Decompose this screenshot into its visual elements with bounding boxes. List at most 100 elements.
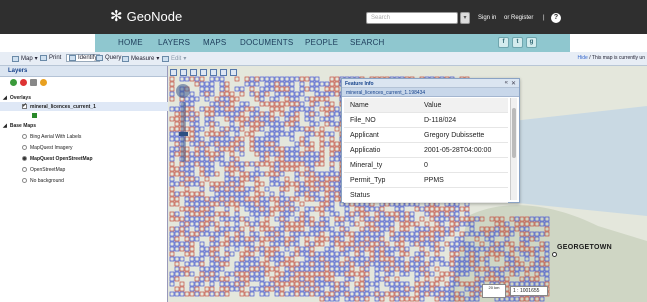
layer-properties-icon[interactable] xyxy=(30,79,37,86)
zoom-box-icon[interactable] xyxy=(180,69,187,76)
chevron-down-icon: ▾ xyxy=(34,56,38,62)
base-map-item[interactable]: MapQuest Imagery xyxy=(0,143,168,152)
attribute-name: Applicant xyxy=(350,131,379,139)
base-map-label: MapQuest Imagery xyxy=(30,144,73,151)
zoom-in-icon[interactable] xyxy=(190,69,197,76)
layer-visibility-checkbox[interactable] xyxy=(22,102,27,109)
overlays-group[interactable]: ◢ Overlays xyxy=(0,93,168,102)
nav-search[interactable]: SEARCH xyxy=(350,38,385,47)
collapse-icon[interactable]: « xyxy=(505,80,508,86)
base-maps-group[interactable]: ◢ Base Maps xyxy=(0,121,168,130)
facebook-icon[interactable]: f xyxy=(498,37,509,48)
logo-text: GeoNode xyxy=(126,9,183,24)
attribute-value: D-118/024 xyxy=(424,116,457,124)
measure-button[interactable]: Measure ▾ xyxy=(122,55,159,62)
table-row: Permit_Typ PPMS xyxy=(344,173,508,188)
nav-home[interactable]: HOME xyxy=(118,38,143,47)
base-map-item[interactable]: MapQuest OpenStreetMap xyxy=(0,154,168,163)
table-row: Applicatio 2001-05-28T04:00:00 xyxy=(344,143,508,158)
query-button[interactable]: Query xyxy=(96,55,121,61)
layer-legend-swatch xyxy=(32,113,37,118)
table-row: Status xyxy=(344,188,508,203)
base-map-radio[interactable] xyxy=(22,145,27,150)
attribute-value: 0 xyxy=(424,161,428,169)
attribute-name: Applicatio xyxy=(350,146,381,154)
printer-icon xyxy=(40,55,47,61)
base-map-item[interactable]: OpenStreetMap xyxy=(0,165,168,174)
layers-panel-title: Layers xyxy=(0,66,167,77)
print-label: Print xyxy=(49,55,62,61)
chevron-down-icon: ▾ xyxy=(156,56,160,62)
print-button[interactable]: Print xyxy=(40,55,61,61)
base-map-label: Bing Aerial With Labels xyxy=(30,133,82,140)
base-map-radio[interactable] xyxy=(22,178,27,183)
geonode-logo[interactable]: ✻ GeoNode xyxy=(110,9,182,24)
map-icon xyxy=(12,55,19,62)
close-icon[interactable]: ✕ xyxy=(511,80,516,87)
map-toolbar: Map ▾ Print Identify Query Measure ▾ Edit ▾… xyxy=(0,52,647,66)
nav-documents[interactable]: DOCUMENTS xyxy=(240,38,293,47)
table-header-row: Name Value xyxy=(344,98,508,113)
query-icon xyxy=(96,55,103,61)
zoom-slider-thumb[interactable] xyxy=(179,132,188,136)
map-menu-label: Map xyxy=(21,55,33,62)
attribute-value: Gregory Dubissette xyxy=(424,131,485,139)
base-map-item[interactable]: No background xyxy=(0,176,168,185)
layers-panel: Layers ◢ Overlays mineral_licences_curre… xyxy=(0,66,168,302)
main-nav: HOME LAYERS MAPS DOCUMENTS PEOPLE SEARCH… xyxy=(0,34,647,52)
attribute-value: PPMS xyxy=(424,176,444,184)
overlay-layer-item[interactable]: mineral_licences_current_1 xyxy=(0,102,168,111)
column-header-value: Value xyxy=(424,101,442,109)
layer-tools xyxy=(0,77,167,89)
popup-feature-id: mineral_licences_current_1.198434 xyxy=(342,88,519,97)
zoom-out-icon[interactable] xyxy=(200,69,207,76)
overlays-label: Overlays xyxy=(9,94,31,101)
scrollbar-thumb[interactable] xyxy=(512,108,516,158)
scale-selector[interactable]: 1 : 1001655 xyxy=(510,286,548,296)
sign-in-link[interactable]: Sign in xyxy=(478,15,496,21)
notice-hide-link[interactable]: Hide xyxy=(578,55,588,61)
expand-arrow-icon: ◢ xyxy=(3,122,7,129)
remove-layer-icon[interactable] xyxy=(20,79,27,86)
query-label: Query xyxy=(105,55,122,61)
feature-attribute-table: Name Value File_NO D-118/024 Applicant G… xyxy=(344,98,508,203)
nav-layers[interactable]: LAYERS xyxy=(158,38,190,47)
identify-label: Identify xyxy=(78,55,98,61)
globe-icon[interactable] xyxy=(170,69,177,76)
identify-icon xyxy=(69,55,76,61)
attribute-name: File_NO xyxy=(350,116,376,124)
pan-control[interactable] xyxy=(176,84,190,98)
search-dropdown-button[interactable]: ▾ xyxy=(460,12,470,24)
base-map-radio[interactable] xyxy=(22,134,27,139)
base-map-label: OpenStreetMap xyxy=(30,166,66,173)
zoom-slider[interactable] xyxy=(179,102,188,162)
attribute-name: Status xyxy=(350,191,370,199)
nav-people[interactable]: PEOPLE xyxy=(305,38,338,47)
full-extent-icon[interactable] xyxy=(230,69,237,76)
header-separator: | xyxy=(543,15,545,21)
edit-button[interactable]: Edit ▾ xyxy=(162,55,186,62)
help-icon[interactable]: ? xyxy=(551,13,561,23)
ruler-icon xyxy=(122,55,129,62)
notice-text: This map is currently un xyxy=(591,55,645,61)
top-header: ✻ GeoNode Search ▾ Sign in or Register |… xyxy=(0,0,647,34)
attribute-value: 2001-05-28T04:00:00 xyxy=(424,146,492,154)
base-map-item[interactable]: Bing Aerial With Labels xyxy=(0,132,168,141)
base-map-radio-selected[interactable] xyxy=(22,156,27,161)
nav-maps[interactable]: MAPS xyxy=(203,38,226,47)
base-map-radio[interactable] xyxy=(22,167,27,172)
search-input[interactable]: Search xyxy=(366,12,458,24)
feature-info-popup[interactable]: Feature Info « ✕ mineral_licences_curren… xyxy=(341,78,520,203)
layer-style-icon[interactable] xyxy=(40,79,47,86)
twitter-icon[interactable]: t xyxy=(512,37,523,48)
register-link[interactable]: or Register xyxy=(504,15,533,21)
forward-arrow-icon[interactable] xyxy=(220,69,227,76)
chevron-down-icon: ▾ xyxy=(183,56,187,62)
popup-scrollbar[interactable] xyxy=(510,98,517,200)
add-layer-icon[interactable] xyxy=(10,79,17,86)
google-plus-icon[interactable]: g xyxy=(526,37,537,48)
map-menu-button[interactable]: Map ▾ xyxy=(12,55,38,62)
edit-label: Edit xyxy=(171,55,182,62)
back-arrow-icon[interactable] xyxy=(210,69,217,76)
measure-label: Measure xyxy=(131,55,155,62)
